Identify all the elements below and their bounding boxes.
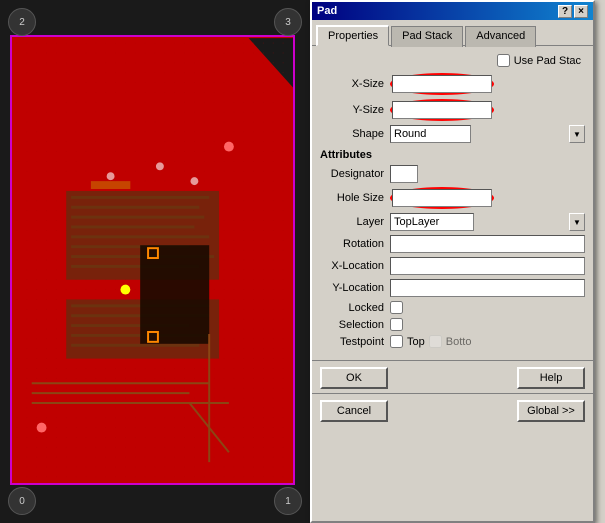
x-size-row: X-Size 2mm <box>320 73 585 95</box>
testpoint-bottom-label: Botto <box>446 336 472 348</box>
cancel-button[interactable]: Cancel <box>320 400 388 422</box>
use-pad-stack-checkbox[interactable] <box>497 54 510 67</box>
rotation-input[interactable]: 0.000 <box>390 235 585 253</box>
testpoint-top-checkbox[interactable] <box>390 335 403 348</box>
designator-row: Designator 0 <box>320 165 585 183</box>
layer-row: Layer TopLayer BottomLayer MultiLayer ▼ <box>320 213 585 231</box>
x-location-input[interactable]: 42.037mm <box>390 257 585 275</box>
tab-properties[interactable]: Properties <box>316 25 389 46</box>
pcb-view: 2 3 0 1 <box>0 0 310 523</box>
x-size-input[interactable]: 2mm <box>392 75 492 93</box>
testpoint-top-label: Top <box>407 336 425 348</box>
global-button[interactable]: Global >> <box>517 400 585 422</box>
pad-dialog: Pad ? × Properties Pad Stack Advanced Us… <box>310 0 595 523</box>
corner-marker-1: 1 <box>274 487 302 515</box>
selection-label: Selection <box>320 319 390 331</box>
hole-size-input[interactable]: 0mm <box>392 189 492 207</box>
hole-size-row: Hole Size 0mm <box>320 187 585 209</box>
close-button[interactable]: × <box>574 5 588 18</box>
designator-input[interactable]: 0 <box>390 165 418 183</box>
locked-row: Locked <box>320 301 585 314</box>
corner-marker-0: 0 <box>8 487 36 515</box>
layer-select-wrapper: TopLayer BottomLayer MultiLayer ▼ <box>390 213 585 231</box>
selection-row: Selection <box>320 318 585 331</box>
rotation-row: Rotation 0.000 <box>320 235 585 253</box>
title-buttons: ? × <box>558 5 588 18</box>
shape-select-wrapper: Round Rectangular Oval ▼ <box>390 125 585 143</box>
testpoint-label: Testpoint <box>320 336 390 348</box>
designator-label: Designator <box>320 168 390 180</box>
x-size-label: X-Size <box>320 78 390 90</box>
layer-label: Layer <box>320 216 390 228</box>
use-pad-stack-row: Use Pad Stac <box>320 54 585 67</box>
shape-select[interactable]: Round Rectangular Oval <box>390 125 471 143</box>
corner-marker-3: 3 <box>274 8 302 36</box>
use-pad-stack-label: Use Pad Stac <box>514 55 581 67</box>
button-row: OK Help <box>312 360 593 393</box>
corner-marker-2: 2 <box>8 8 36 36</box>
rotation-label: Rotation <box>320 238 390 250</box>
locked-checkbox[interactable] <box>390 301 403 314</box>
dialog-body: Use Pad Stac X-Size 2mm Y-Size 2mm Shape… <box>312 46 593 360</box>
y-size-input[interactable]: 2mm <box>392 101 492 119</box>
tab-pad-stack[interactable]: Pad Stack <box>391 26 463 47</box>
testpoint-options: Top Botto <box>390 335 471 348</box>
selection-checkbox[interactable] <box>390 318 403 331</box>
dialog-titlebar: Pad ? × <box>312 2 593 20</box>
layer-dropdown-arrow: ▼ <box>569 213 585 231</box>
shape-row: Shape Round Rectangular Oval ▼ <box>320 125 585 143</box>
y-size-row: Y-Size 2mm <box>320 99 585 121</box>
hole-size-label: Hole Size <box>320 192 390 204</box>
attributes-group-label: Attributes <box>320 149 585 161</box>
y-location-row: Y-Location 56.007mm <box>320 279 585 297</box>
help-button[interactable]: ? <box>558 5 572 18</box>
help-dialog-button[interactable]: Help <box>517 367 585 389</box>
layer-select[interactable]: TopLayer BottomLayer MultiLayer <box>390 213 474 231</box>
pcb-board <box>10 35 295 485</box>
testpoint-bottom-checkbox[interactable] <box>429 335 442 348</box>
ok-button[interactable]: OK <box>320 367 388 389</box>
shape-dropdown-arrow: ▼ <box>569 125 585 143</box>
y-location-label: Y-Location <box>320 282 390 294</box>
button-row-2: Cancel Global >> <box>312 393 593 426</box>
tab-bar: Properties Pad Stack Advanced <box>312 20 593 46</box>
x-location-label: X-Location <box>320 260 390 272</box>
x-location-row: X-Location 42.037mm <box>320 257 585 275</box>
shape-label: Shape <box>320 128 390 140</box>
testpoint-row: Testpoint Top Botto <box>320 335 585 348</box>
y-location-input[interactable]: 56.007mm <box>390 279 585 297</box>
tab-advanced[interactable]: Advanced <box>465 26 536 47</box>
dialog-title: Pad <box>317 5 337 17</box>
y-size-label: Y-Size <box>320 104 390 116</box>
locked-label: Locked <box>320 302 390 314</box>
